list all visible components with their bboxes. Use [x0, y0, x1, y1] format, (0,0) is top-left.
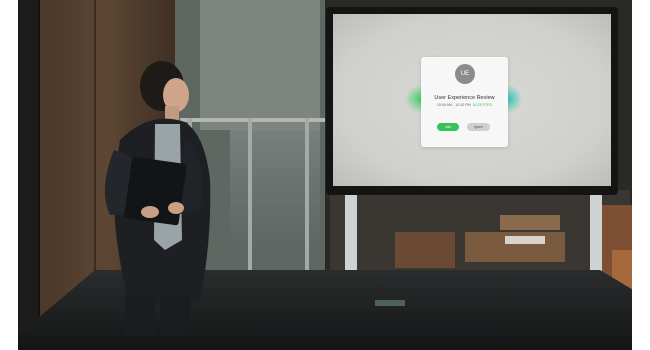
- meeting-status: ACCEPTED: [472, 103, 493, 107]
- join-button[interactable]: Join: [437, 123, 459, 131]
- avatar: UE: [455, 64, 475, 84]
- meeting-time-row: 10:00 AM - 12:30 PM ACCEPTED: [421, 103, 508, 107]
- meeting-invite-card: UE User Experience Review 10:00 AM - 12:…: [421, 57, 508, 147]
- office-photo: [0, 0, 650, 350]
- scene: UE User Experience Review 10:00 AM - 12:…: [0, 0, 650, 350]
- meeting-time: 10:00 AM - 12:30 PM: [436, 103, 471, 107]
- ignore-button[interactable]: Ignore: [467, 123, 490, 131]
- meeting-title: User Experience Review: [434, 95, 495, 101]
